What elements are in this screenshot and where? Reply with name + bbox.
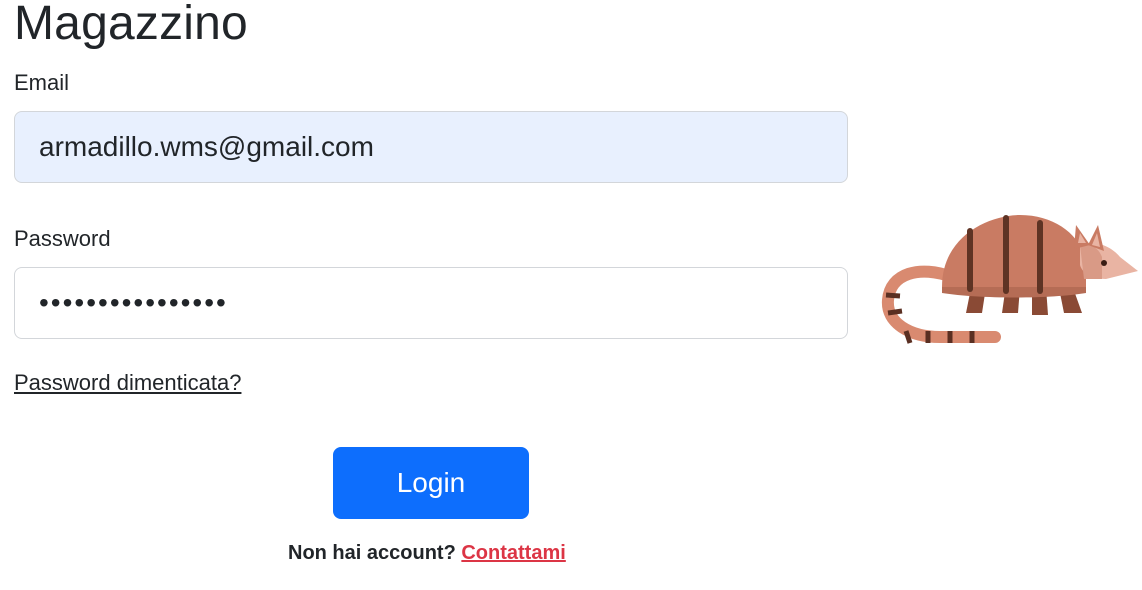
password-field[interactable] bbox=[14, 267, 848, 339]
email-field[interactable] bbox=[14, 111, 848, 183]
login-button[interactable]: Login bbox=[333, 447, 529, 519]
password-label: Password bbox=[14, 226, 111, 251]
signup-prompt: Non hai account? bbox=[288, 542, 456, 564]
page-title: Magazzino bbox=[14, 0, 248, 50]
contact-link[interactable]: Contattami bbox=[461, 542, 565, 564]
login-page: Magazzino Email Password Password diment… bbox=[0, 0, 1142, 590]
signup-row: Non hai account? Contattami bbox=[288, 541, 566, 565]
armadillo-icon bbox=[881, 215, 1138, 344]
forgot-password-link[interactable]: Password dimenticata? bbox=[14, 370, 241, 396]
email-label: Email bbox=[14, 70, 70, 95]
